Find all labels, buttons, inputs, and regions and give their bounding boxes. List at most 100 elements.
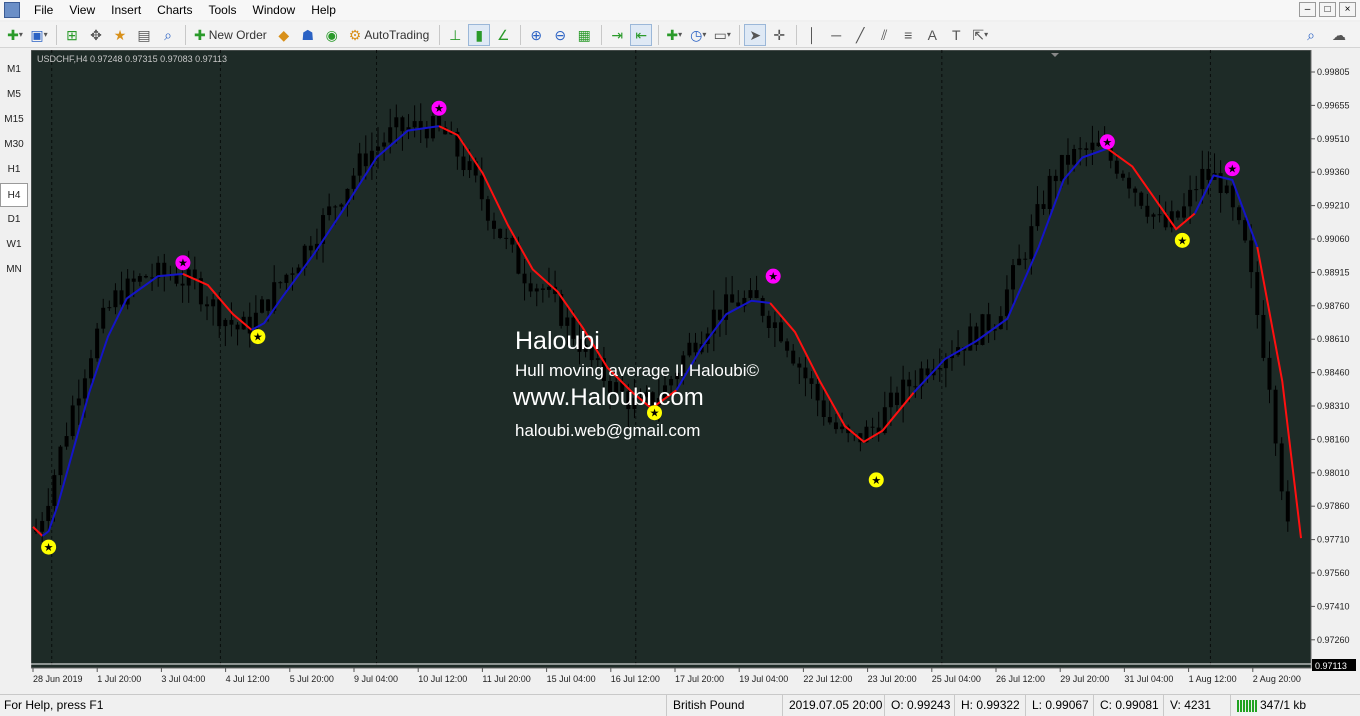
- fibonacci-icon[interactable]: ≡: [897, 24, 919, 46]
- status-symbol: British Pound: [666, 695, 782, 716]
- menu-file[interactable]: File: [26, 0, 61, 20]
- price-label: 0.98760: [1317, 301, 1350, 311]
- zoom-in-icon[interactable]: ⊕: [525, 24, 547, 46]
- timeframe-m1[interactable]: M1: [0, 58, 28, 82]
- candle-body: [730, 294, 735, 303]
- candlestick-button[interactable]: ▮: [468, 23, 491, 46]
- price-label: 0.99805: [1317, 67, 1350, 77]
- candle-body: [467, 161, 472, 171]
- zoom-out-icon[interactable]: ⊖: [549, 24, 571, 46]
- timeframe-m5[interactable]: M5: [0, 83, 28, 107]
- candle-body: [1011, 265, 1016, 290]
- candle-body: [840, 426, 845, 430]
- price-label: 0.98460: [1317, 368, 1350, 378]
- strategy-tester-icon[interactable]: ⌕: [157, 24, 179, 46]
- candle-body: [870, 426, 875, 428]
- toolbar-separator: [658, 24, 660, 45]
- templates-button[interactable]: ▭ ▾: [711, 24, 733, 46]
- toolbar-separator: [520, 24, 522, 45]
- candle-body: [980, 314, 985, 345]
- menu-view[interactable]: View: [61, 0, 103, 20]
- toolbar-separator: [185, 24, 186, 45]
- crosshair-icon[interactable]: ✛: [768, 24, 790, 46]
- navigator-icon[interactable]: ★: [109, 24, 131, 46]
- timeframe-m15[interactable]: M15: [0, 108, 28, 132]
- candle-body: [1120, 173, 1125, 178]
- price-label: 0.99360: [1317, 167, 1350, 177]
- candle-body: [461, 156, 466, 171]
- minimize-button[interactable]: –: [1299, 2, 1316, 17]
- market-icon[interactable]: ◉: [321, 24, 343, 46]
- connection-status[interactable]: 347/1 kb: [1230, 695, 1360, 716]
- search-icon[interactable]: ⌕: [1300, 24, 1322, 46]
- restore-button[interactable]: □: [1319, 2, 1336, 17]
- autoscroll-button[interactable]: ⇥: [606, 24, 628, 46]
- horizontal-line-icon[interactable]: ─: [825, 24, 847, 46]
- timeframe-h4[interactable]: H4: [0, 183, 28, 207]
- candle-body: [1041, 204, 1046, 209]
- timeframe-mn[interactable]: MN: [0, 258, 28, 282]
- time-label: 11 Jul 20:00: [482, 674, 530, 684]
- equidistant-channel-icon[interactable]: ⫽: [873, 24, 895, 46]
- indicators-button[interactable]: ✚ ▾: [663, 24, 685, 46]
- timeframe-h1[interactable]: H1: [0, 158, 28, 182]
- candle-body: [1059, 154, 1064, 182]
- autotrading-button[interactable]: ⚙ AutoTrading: [345, 24, 434, 46]
- candle-body: [1261, 314, 1266, 358]
- data-window-icon[interactable]: ✥: [85, 24, 107, 46]
- profiles-button[interactable]: ▣ ▾: [28, 24, 50, 46]
- candle-body: [1114, 160, 1119, 174]
- tile-windows-icon[interactable]: ▦: [573, 24, 595, 46]
- candle-body: [498, 228, 503, 238]
- candle-body: [217, 299, 222, 327]
- cursor-icon[interactable]: ➤: [744, 23, 767, 46]
- candle-body: [58, 446, 63, 476]
- candle-body: [388, 127, 393, 143]
- trendline-icon[interactable]: ╱: [849, 24, 871, 46]
- candle-body: [540, 288, 545, 290]
- watermark-line2: www.Haloubi.com: [512, 384, 704, 411]
- menu-window[interactable]: Window: [245, 0, 304, 20]
- timeframe-w1[interactable]: W1: [0, 233, 28, 257]
- toolbar: ✚ ▾ ▣ ▾ ⊞ ✥ ★ ▤ ⌕ ✚ New Order ◆ ☗ ◉ ⚙ AutoTr…: [0, 22, 1360, 48]
- periods-button[interactable]: ◷ ▾: [687, 24, 709, 46]
- meta-editor-icon[interactable]: ◆: [273, 24, 295, 46]
- sell-signal-star-icon: ★: [768, 271, 778, 283]
- arrows-button[interactable]: ⇱ ▾: [969, 24, 991, 46]
- candle-body: [211, 299, 216, 307]
- candle-body: [89, 358, 94, 379]
- new-chart-button[interactable]: ✚ ▾: [4, 24, 26, 46]
- timeframe-m30[interactable]: M30: [0, 133, 28, 157]
- price-chart[interactable]: 0.99805 0.99655 0.99510 0.99360 0.99210 0.990…: [30, 49, 1360, 691]
- vertical-line-icon[interactable]: │: [801, 24, 823, 46]
- text-icon[interactable]: A: [921, 24, 943, 46]
- timeframe-d1[interactable]: D1: [0, 208, 28, 232]
- time-label: 1 Jul 20:00: [97, 674, 141, 684]
- text-label-icon[interactable]: T: [945, 24, 967, 46]
- sell-signal-star-icon: ★: [434, 103, 444, 115]
- candle-body: [754, 290, 759, 299]
- menu-charts[interactable]: Charts: [149, 0, 200, 20]
- menu-tools[interactable]: Tools: [201, 0, 245, 20]
- line-chart-button[interactable]: ∠: [492, 24, 514, 46]
- candle-body: [143, 276, 148, 278]
- chart-canvas: 0.99805 0.99655 0.99510 0.99360 0.99210 0.990…: [30, 49, 1360, 691]
- candle-body: [382, 142, 387, 147]
- market-watch-icon[interactable]: ⊞: [61, 24, 83, 46]
- new-order-icon: ✚: [194, 26, 206, 43]
- new-order-label: New Order: [208, 27, 267, 42]
- new-order-button[interactable]: ✚ New Order: [190, 24, 271, 46]
- menu-help[interactable]: Help: [303, 0, 344, 20]
- menu-insert[interactable]: Insert: [103, 0, 149, 20]
- chart-shift-button[interactable]: ⇤: [630, 23, 653, 46]
- terminal-icon[interactable]: ▤: [133, 24, 155, 46]
- bar-chart-button[interactable]: ⊥: [444, 24, 466, 46]
- close-button[interactable]: ×: [1339, 2, 1356, 17]
- candle-body: [1236, 207, 1241, 221]
- signals-icon[interactable]: ☗: [297, 24, 319, 46]
- time-label: 25 Jul 04:00: [932, 674, 981, 684]
- chat-icon[interactable]: ☁: [1328, 24, 1350, 46]
- candle-body: [693, 342, 698, 353]
- time-label: 3 Jul 04:00: [161, 674, 205, 684]
- toolbar-separator: [56, 24, 57, 45]
